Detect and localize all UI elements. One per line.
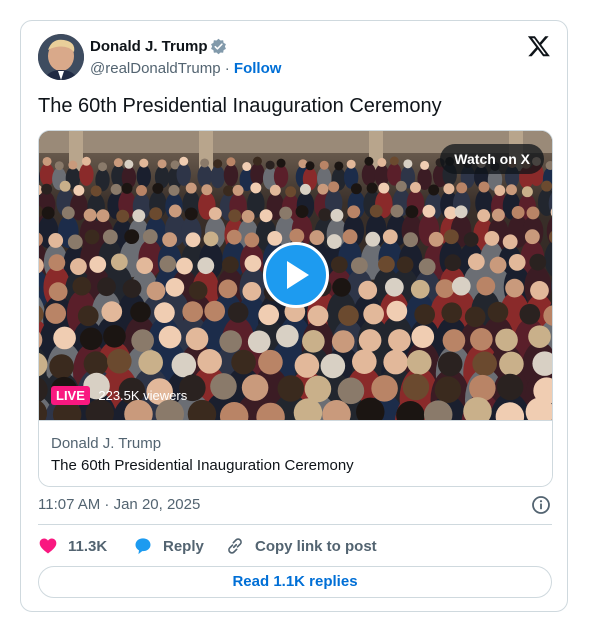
author-handle[interactable]: @realDonaldTrump	[90, 60, 221, 77]
tweet-card: Donald J. Trump @realDonaldTrump · Follo…	[20, 20, 568, 612]
video-meta[interactable]: Donald J. Trump The 60th Presidential In…	[39, 420, 552, 486]
heart-icon	[39, 538, 57, 554]
read-replies-button[interactable]: Read 1.1K replies	[38, 566, 552, 598]
like-count: 11.3K	[68, 537, 108, 555]
reply-label: Reply	[163, 537, 204, 555]
divider	[38, 524, 552, 525]
viewer-count: 223.5K viewers	[98, 388, 188, 403]
info-icon[interactable]	[531, 495, 551, 515]
follow-button[interactable]: Follow	[234, 60, 282, 77]
reply-bubble-icon	[135, 538, 151, 555]
video-author: Donald J. Trump	[51, 435, 162, 452]
live-indicator: LIVE 223.5K viewers	[51, 386, 187, 406]
post-timestamp[interactable]: 11:07 AM · Jan 20, 2025	[38, 496, 200, 513]
avatar[interactable]	[38, 34, 84, 80]
like-button[interactable]: 11.3K	[38, 535, 107, 557]
x-logo-icon[interactable]	[527, 34, 551, 58]
tweet-text: The 60th Presidential Inauguration Cerem…	[38, 95, 442, 117]
link-icon	[228, 538, 242, 554]
author-handle-row: @realDonaldTrump · Follow	[90, 60, 281, 77]
play-icon	[287, 261, 309, 289]
copy-link-button[interactable]: Copy link to post	[225, 535, 377, 557]
live-badge: LIVE	[51, 386, 90, 405]
watch-on-x-button[interactable]: Watch on X	[440, 144, 544, 174]
video-title: The 60th Presidential Inauguration Cerem…	[51, 457, 354, 474]
video-card[interactable]: Watch on X LIVE 223.5K viewers Donald J.…	[38, 130, 553, 487]
separator-dot: ·	[224, 60, 230, 77]
video-thumbnail[interactable]: Watch on X LIVE 223.5K viewers	[39, 131, 552, 420]
play-button[interactable]	[263, 242, 329, 308]
copy-link-label: Copy link to post	[255, 537, 377, 555]
author-name[interactable]: Donald J. Trump	[90, 38, 208, 55]
reply-button[interactable]: Reply	[133, 535, 204, 557]
verified-badge-icon	[211, 38, 226, 55]
